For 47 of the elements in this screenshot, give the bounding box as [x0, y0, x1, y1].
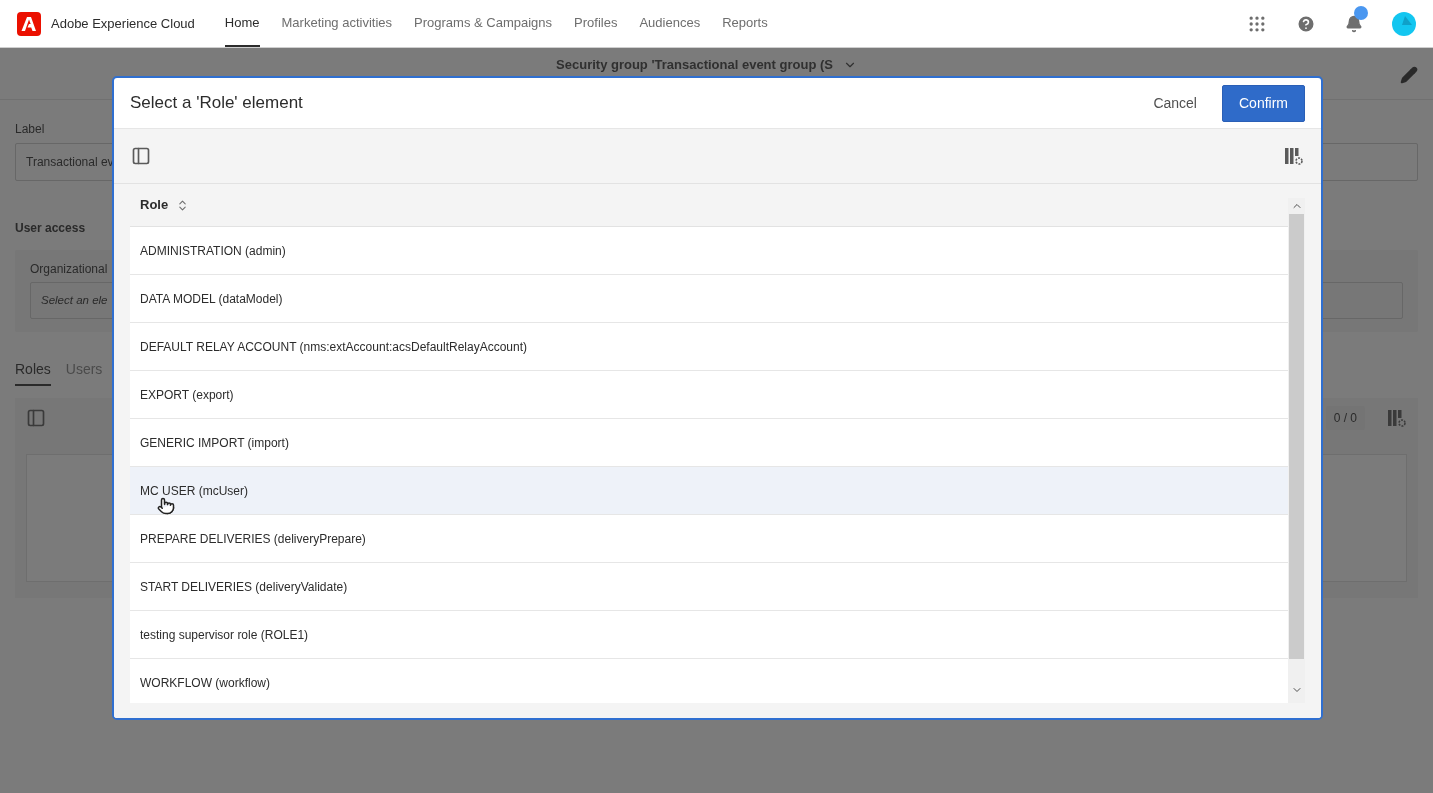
- nav-link[interactable]: Reports: [722, 0, 768, 47]
- role-row[interactable]: ADMINISTRATION (admin): [130, 227, 1288, 275]
- nav-link[interactable]: Audiences: [639, 0, 701, 47]
- role-name: GENERIC IMPORT (import): [140, 434, 289, 452]
- avatar-icon[interactable]: [1392, 11, 1416, 36]
- role-name: MC USER (mcUser): [140, 482, 248, 500]
- nav-link[interactable]: Programs & Campaigns: [414, 0, 553, 47]
- confirm-button[interactable]: Confirm: [1222, 84, 1305, 122]
- role-name: DATA MODEL (dataModel): [140, 290, 283, 308]
- column-settings-icon[interactable]: [1387, 408, 1407, 428]
- sidebar-toggle-icon[interactable]: [26, 408, 46, 428]
- help-icon[interactable]: [1296, 13, 1316, 34]
- role-row[interactable]: PREPARE DELIVERIES (deliveryPrepare): [130, 515, 1288, 563]
- column-settings-icon[interactable]: [1284, 146, 1304, 166]
- page-title: Security group 'Transactional event group (S: [556, 56, 833, 74]
- field-label: Label: [15, 121, 46, 138]
- dialog-title: Select a 'Role' element: [130, 92, 303, 115]
- role-name: PREPARE DELIVERIES (deliveryPrepare): [140, 530, 366, 548]
- nav-link[interactable]: Marketing activities: [281, 0, 393, 47]
- edit-icon[interactable]: [1400, 66, 1418, 84]
- role-row[interactable]: WORKFLOW (workflow): [130, 659, 1288, 703]
- sidebar-toggle-icon[interactable]: [131, 146, 151, 166]
- role-row[interactable]: EXPORT (export): [130, 371, 1288, 419]
- role-name: EXPORT (export): [140, 386, 234, 404]
- nav-link[interactable]: Home: [224, 0, 260, 47]
- role-row[interactable]: GENERIC IMPORT (import): [130, 419, 1288, 467]
- cancel-button[interactable]: Cancel: [1148, 88, 1202, 118]
- role-name: ADMINISTRATION (admin): [140, 242, 286, 260]
- role-row[interactable]: DEFAULT RELAY ACCOUNT (nms:extAccount:acsDefaultRelayAccount): [130, 323, 1288, 371]
- scrollbar[interactable]: [1288, 198, 1305, 703]
- role-row[interactable]: DATA MODEL (dataModel): [130, 275, 1288, 323]
- role-row[interactable]: START DELIVERIES (deliveryValidate): [130, 563, 1288, 611]
- role-name: START DELIVERIES (deliveryValidate): [140, 578, 348, 596]
- role-name: testing supervisor role (ROLE1): [140, 626, 309, 644]
- column-header[interactable]: Role: [140, 195, 169, 215]
- role-row[interactable]: MC USER (mcUser): [130, 467, 1288, 515]
- section-title: User access: [15, 220, 87, 237]
- role-row[interactable]: testing supervisor role (ROLE1): [130, 611, 1288, 659]
- nav-link[interactable]: Profiles: [574, 0, 618, 47]
- logo-icon[interactable]: [17, 11, 41, 36]
- hand-cursor-icon: [157, 497, 175, 515]
- scrollbar-thumb[interactable]: [1289, 214, 1304, 659]
- role-name: DEFAULT RELAY ACCOUNT (nms:extAccount:acsDefaultRelayAccount): [140, 338, 528, 356]
- field-label: Organizational: [30, 261, 109, 278]
- role-name: WORKFLOW (workflow): [140, 674, 270, 692]
- product-name[interactable]: Adobe Experience Cloud: [51, 13, 195, 34]
- bell-icon[interactable]: [1345, 14, 1363, 33]
